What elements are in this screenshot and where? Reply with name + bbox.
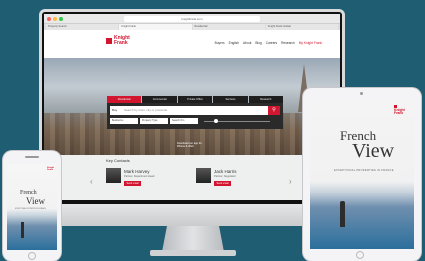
nav-careers[interactable]: Careers — [266, 41, 277, 45]
search-tabs: Residential Commercial Private Office Se… — [107, 96, 284, 103]
avatar — [106, 168, 121, 183]
magazine-subtitle: EXCEPTIONAL PROPERTIES IN FRANCE — [15, 209, 46, 210]
magazine-title-line-2: View — [26, 196, 45, 206]
nav-buyers[interactable]: Buyers — [215, 41, 225, 45]
search-box: Buy Search by town, city or postcode ⚲ B… — [107, 103, 283, 129]
imac-stand — [162, 226, 224, 252]
knight-frank-logo[interactable]: Knight Frank — [106, 36, 130, 50]
bedrooms-select[interactable]: Bedrooms — [110, 118, 138, 124]
logo-line-2: Frank — [114, 40, 128, 46]
contact-role: Partner, Negotiator — [214, 175, 236, 178]
send-email-button[interactable]: Send email — [124, 181, 141, 186]
nav-research[interactable]: Research — [281, 41, 295, 45]
send-email-button[interactable]: Send email — [214, 181, 231, 186]
contact-card: Jack Harris Partner, Negotiator Send ema… — [196, 168, 256, 194]
tab-residential[interactable]: Residential — [107, 96, 142, 103]
search-button[interactable]: ⚲ — [268, 106, 280, 115]
magazine-title-line-2: View — [352, 140, 395, 162]
tab-research[interactable]: Research — [248, 96, 284, 103]
imac-device: knightfrank.com Property Search Knight F… — [39, 9, 345, 226]
ipad-screen: Knight Frank French View EXCEPTIONAL PRO… — [310, 99, 414, 249]
search-input[interactable]: Buy Search by town, city or postcode ⚲ — [110, 106, 280, 115]
hero-paris-skyline: Residential Commercial Private Office Se… — [44, 58, 340, 155]
contact-name: Jack Harris — [214, 169, 237, 174]
iphone-screen: Knight Frank French View EXCEPTIONAL PRO… — [7, 164, 57, 250]
imac-screen: knightfrank.com Property Search Knight F… — [44, 14, 340, 200]
contact-name: Mark Harvey — [124, 169, 150, 174]
slider-handle[interactable] — [214, 119, 218, 123]
price-slider[interactable] — [200, 118, 280, 124]
chevron-right-icon[interactable]: › — [289, 177, 292, 186]
imac-bezel: knightfrank.com Property Search Knight F… — [42, 12, 342, 204]
logo-mark-icon — [106, 38, 112, 44]
magazine-subtitle: EXCEPTIONAL PROPERTIES IN FRANCE — [334, 169, 394, 172]
main-nav: Buyers English About Blog Careers Resear… — [215, 41, 322, 45]
home-button[interactable] — [28, 252, 36, 260]
woman-silhouette-image — [21, 222, 24, 238]
speaker-grille — [25, 156, 39, 158]
close-window-icon[interactable] — [47, 17, 51, 21]
address-bar[interactable]: knightfrank.com — [124, 16, 260, 22]
minimize-window-icon[interactable] — [53, 17, 57, 21]
radius-select[interactable]: Search Km — [170, 118, 198, 124]
property-type-select[interactable]: Property Type — [140, 118, 168, 124]
contact-role: Partner, Department Head — [124, 175, 155, 178]
contact-card: Mark Harvey Partner, Department Head Sen… — [106, 168, 166, 194]
search-filters: Bedrooms Property Type Search Km — [110, 118, 280, 124]
app-download-note[interactable]: Download our app for iPhone & iPad — [177, 142, 202, 148]
window-controls — [47, 17, 63, 21]
site-header: Knight Frank Buyers English About Blog Ca… — [44, 30, 340, 58]
logo-line-2: Frank — [47, 169, 54, 172]
imac-chin — [39, 204, 345, 226]
tab-private-office[interactable]: Private Office — [177, 96, 213, 103]
search-icon: ⚲ — [272, 107, 276, 113]
maximize-window-icon[interactable] — [59, 17, 63, 21]
nav-about[interactable]: About — [243, 41, 251, 45]
nav-language[interactable]: English — [229, 41, 239, 45]
chevron-left-icon[interactable]: ‹ — [90, 177, 93, 186]
tab-commercial[interactable]: Commercial — [142, 96, 177, 103]
home-button[interactable] — [356, 251, 364, 259]
woman-silhouette-image — [340, 201, 345, 227]
knight-frank-logo: Knight Frank — [47, 167, 54, 172]
logo-line-2: Frank — [394, 111, 404, 116]
property-search-panel: Residential Commercial Private Office Se… — [107, 96, 284, 129]
search-mode-label[interactable]: Buy — [112, 106, 117, 115]
key-contacts-heading: Key Contacts — [106, 158, 130, 163]
camera-icon — [360, 92, 363, 95]
iphone-device: Knight Frank French View EXCEPTIONAL PRO… — [3, 151, 61, 261]
browser-chrome: knightfrank.com — [44, 14, 340, 24]
tab-services[interactable]: Services — [213, 96, 248, 103]
nav-my-account[interactable]: My Knight Frank — [299, 41, 322, 45]
imac-stand-foot — [150, 250, 236, 256]
ipad-device: Knight Frank French View EXCEPTIONAL PRO… — [303, 88, 421, 261]
avatar — [196, 168, 211, 183]
search-placeholder: Search by town, city or postcode — [124, 108, 168, 112]
app-note-line-2: iPhone & iPad — [177, 145, 194, 149]
key-contacts-section: Key Contacts ‹ Mark Harvey Partner, Depa… — [44, 155, 340, 200]
knight-frank-logo: Knight Frank — [394, 105, 408, 115]
nav-blog[interactable]: Blog — [255, 41, 261, 45]
